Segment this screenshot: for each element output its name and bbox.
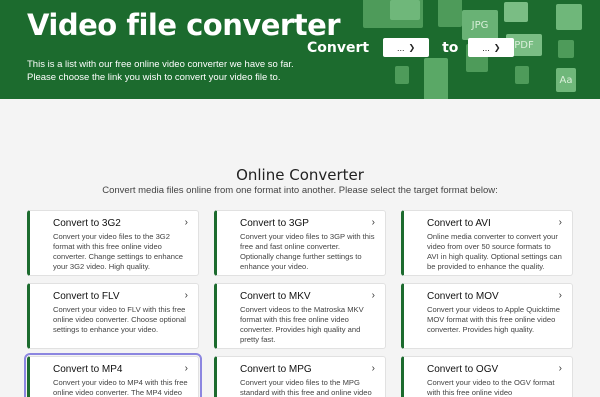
chart-file-icon bbox=[556, 4, 582, 30]
chevron-right-icon: › bbox=[184, 217, 188, 228]
section-subtitle: Convert media files online from one form… bbox=[102, 185, 498, 196]
card-description: Convert your video to FLV with this free… bbox=[53, 305, 186, 334]
chevron-right-icon: › bbox=[558, 217, 562, 228]
file-icon bbox=[515, 66, 529, 84]
card-title: Convert to MKV bbox=[240, 291, 311, 302]
converter-card-mov[interactable]: Convert to MOV Convert your videos to Ap… bbox=[401, 283, 573, 349]
converter-card-mpg[interactable]: Convert to MPG Convert your video files … bbox=[214, 356, 386, 397]
chevron-down-icon: ❯ bbox=[408, 43, 416, 52]
card-title: Convert to OGV bbox=[427, 364, 499, 375]
font-file-icon: Aa bbox=[556, 68, 576, 92]
to-format-value: ... bbox=[482, 42, 490, 53]
card-title: Convert to 3G2 bbox=[53, 218, 121, 229]
chevron-right-icon: › bbox=[371, 363, 375, 374]
card-description: Convert your videos to Apple Quicktime M… bbox=[427, 305, 560, 334]
card-description: Convert your video to MP4 with this free… bbox=[53, 378, 188, 397]
aa-label: Aa bbox=[559, 74, 573, 86]
card-title: Convert to MPG bbox=[240, 364, 312, 375]
card-description: Convert your video to the OGV format wit… bbox=[427, 378, 555, 397]
image-file-icon bbox=[504, 2, 528, 22]
card-description: Convert your video files to 3GP with thi… bbox=[240, 232, 375, 271]
chevron-right-icon: › bbox=[184, 290, 188, 301]
converter-card-3g2[interactable]: Convert to 3G2 Convert your video files … bbox=[27, 210, 199, 276]
card-title: Convert to 3GP bbox=[240, 218, 309, 229]
section-title: Online Converter bbox=[236, 166, 364, 184]
chevron-right-icon: › bbox=[371, 217, 375, 228]
chevron-right-icon: › bbox=[371, 290, 375, 301]
converter-card-avi[interactable]: Convert to AVI Online media converter to… bbox=[401, 210, 573, 276]
from-format-select[interactable]: ... ❯ bbox=[383, 38, 430, 57]
card-title: Convert to MP4 bbox=[53, 364, 123, 375]
converter-card-3gp[interactable]: Convert to 3GP Convert your video files … bbox=[214, 210, 386, 276]
chevron-right-icon: › bbox=[558, 290, 562, 301]
card-title: Convert to MOV bbox=[427, 291, 499, 302]
jpg-file-icon: JPG bbox=[462, 10, 498, 40]
email-icon bbox=[390, 0, 420, 20]
chevron-down-icon: ❯ bbox=[493, 43, 501, 52]
file-icon bbox=[438, 0, 462, 27]
to-format-select[interactable]: ... ❯ bbox=[468, 38, 515, 57]
card-description: Convert videos to the Matroska MKV forma… bbox=[240, 305, 364, 344]
card-description: Online media converter to convert your v… bbox=[427, 232, 562, 271]
hero-banner: Video file converter This is a list with… bbox=[0, 0, 600, 99]
converter-card-flv[interactable]: Convert to FLV Convert your video to FLV… bbox=[27, 283, 199, 349]
converter-card-mp4[interactable]: Convert to MP4 Convert your video to MP4… bbox=[24, 353, 202, 397]
convert-selector: Convert ... ❯ to ... ❯ bbox=[307, 38, 524, 57]
file-icon bbox=[395, 66, 409, 84]
chevron-right-icon: › bbox=[558, 363, 562, 374]
card-description: Convert your video files to the MPG stan… bbox=[240, 378, 372, 397]
file-icon bbox=[558, 40, 574, 58]
convert-label: Convert bbox=[307, 39, 370, 56]
converter-card-ogv[interactable]: Convert to OGV Convert your video to the… bbox=[401, 356, 573, 397]
card-title: Convert to FLV bbox=[53, 291, 120, 302]
converter-card-mkv[interactable]: Convert to MKV Convert videos to the Mat… bbox=[214, 283, 386, 349]
jpg-label: JPG bbox=[471, 19, 489, 31]
card-title: Convert to AVI bbox=[427, 218, 491, 229]
page-title: Video file converter bbox=[27, 8, 341, 42]
from-format-value: ... bbox=[396, 42, 405, 53]
chevron-right-icon: › bbox=[184, 363, 188, 374]
card-description: Convert your video files to the 3G2 form… bbox=[53, 232, 184, 271]
hero-subtitle: This is a list with our free online vide… bbox=[27, 59, 294, 83]
chart-file-icon bbox=[424, 58, 448, 99]
to-label: to bbox=[442, 39, 459, 56]
